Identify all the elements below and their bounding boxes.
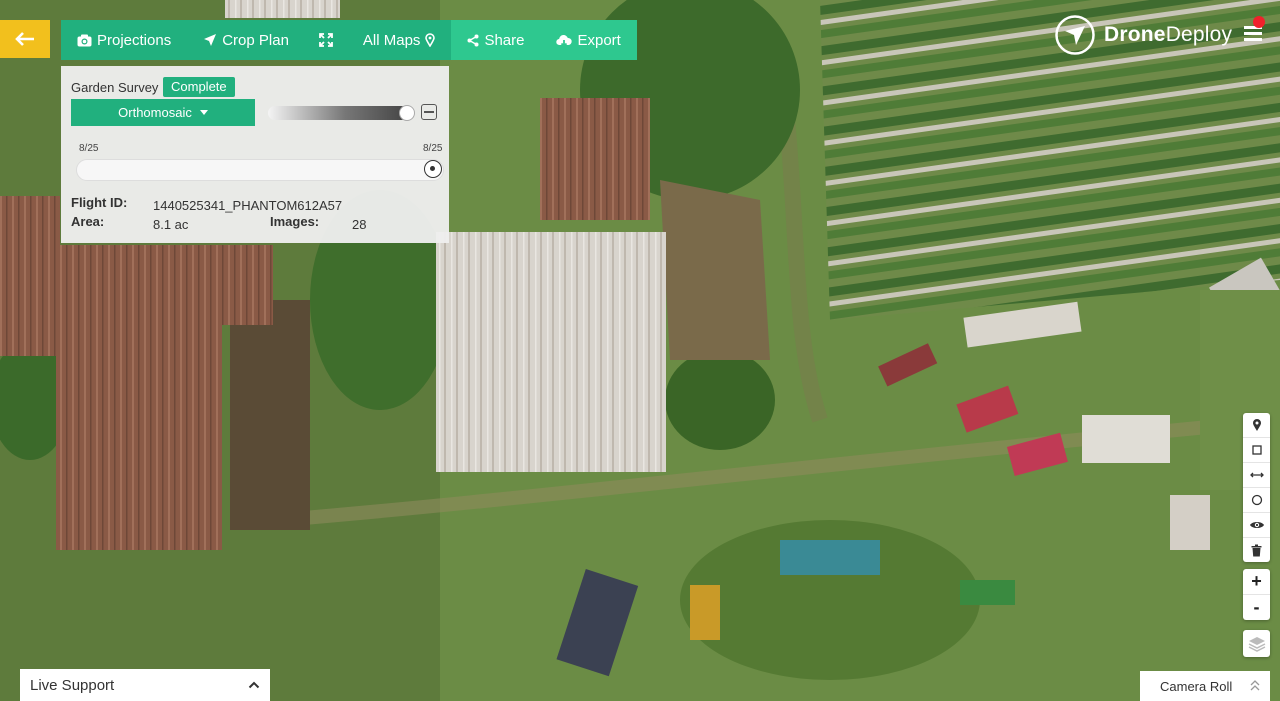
notification-dot [1253,16,1265,28]
measure-line-icon [1249,472,1264,478]
crop-plan-button[interactable]: Crop Plan [187,20,305,60]
timeline-slider-track[interactable] [76,159,444,181]
area-tool[interactable] [1243,438,1270,463]
eye-icon [1249,522,1264,528]
hamburger-line [1244,38,1262,41]
visibility-tool[interactable] [1243,513,1270,538]
plane-icon [204,34,217,46]
all-maps-button[interactable]: All Maps [347,20,452,60]
area-label: Area: [71,214,105,229]
map-info-panel: Garden Survey Complete Orthomosaic 8/25 … [61,66,449,243]
flight-id-label: Flight ID: [71,195,128,210]
dronedeploy-logo-icon [1055,15,1095,55]
opacity-slider-handle[interactable] [399,105,415,121]
chevron-up-icon [248,681,260,689]
projections-button[interactable]: Projections [61,20,187,60]
distance-tool[interactable] [1243,463,1270,488]
map-pin-icon [425,33,436,47]
double-chevron-up-icon [1250,680,1260,691]
zoom-out-button[interactable]: - [1243,595,1270,620]
circle-tool[interactable] [1243,488,1270,513]
camera-roll-bar[interactable]: Camera Roll [1140,671,1270,701]
export-label: Export [577,31,621,49]
arrow-left-icon [15,32,34,46]
live-support-label: Live Support [30,676,115,694]
brand-name-bold: Drone [1104,23,1166,46]
expand-icon [319,33,333,47]
delete-tool[interactable] [1243,538,1270,562]
location-pin-tool[interactable] [1243,413,1270,438]
live-support-bar[interactable]: Live Support [20,669,270,701]
timeline-end-date: 8/25 [423,143,443,154]
camera-roll-label: Camera Roll [1160,678,1233,694]
brand-name-rest: Deploy [1165,23,1233,46]
location-pin-icon [1252,419,1261,431]
main-toolbar: Projections Crop Plan All Maps Share Exp… [61,20,637,60]
brand-name: DroneDeploy [1104,23,1232,47]
layers-icon [1248,636,1265,652]
dronedeploy-logo: DroneDeploy [1054,14,1232,56]
layers-button[interactable] [1243,630,1270,657]
caret-down-icon [199,110,208,115]
projections-label: Projections [97,31,172,49]
images-value: 28 [352,217,367,232]
share-label: Share [484,31,525,49]
circle-icon [1251,494,1262,506]
layer-select[interactable]: Orthomosaic [71,99,255,126]
map-title: Garden Survey [71,80,159,95]
timeline-slider-handle[interactable] [424,160,442,178]
zoom-controls: + - [1243,569,1270,620]
area-value: 8.1 ac [153,217,189,232]
layer-select-value: Orthomosaic [118,105,192,120]
map-tools [1243,413,1270,562]
export-button[interactable]: Export [540,20,637,60]
flight-id-value: 1440525341_PHANTOM612A57 [153,198,343,213]
status-badge: Complete [163,77,235,97]
timeline-start-date: 8/25 [79,143,99,154]
images-label: Images: [270,214,320,229]
camera-icon [77,34,92,46]
trash-icon [1251,544,1262,556]
collapse-panel-button[interactable] [421,104,437,120]
hamburger-line [1244,32,1262,35]
zoom-in-button[interactable]: + [1243,569,1270,595]
crop-plan-label: Crop Plan [222,31,289,49]
rectangle-icon [1251,445,1262,455]
back-button[interactable] [0,20,50,58]
share-icon [467,34,479,46]
share-button[interactable]: Share [451,20,541,60]
cloud-download-icon [556,34,573,47]
opacity-slider-track[interactable] [268,106,408,120]
all-maps-label: All Maps [362,31,421,49]
fullscreen-button[interactable] [305,20,347,60]
